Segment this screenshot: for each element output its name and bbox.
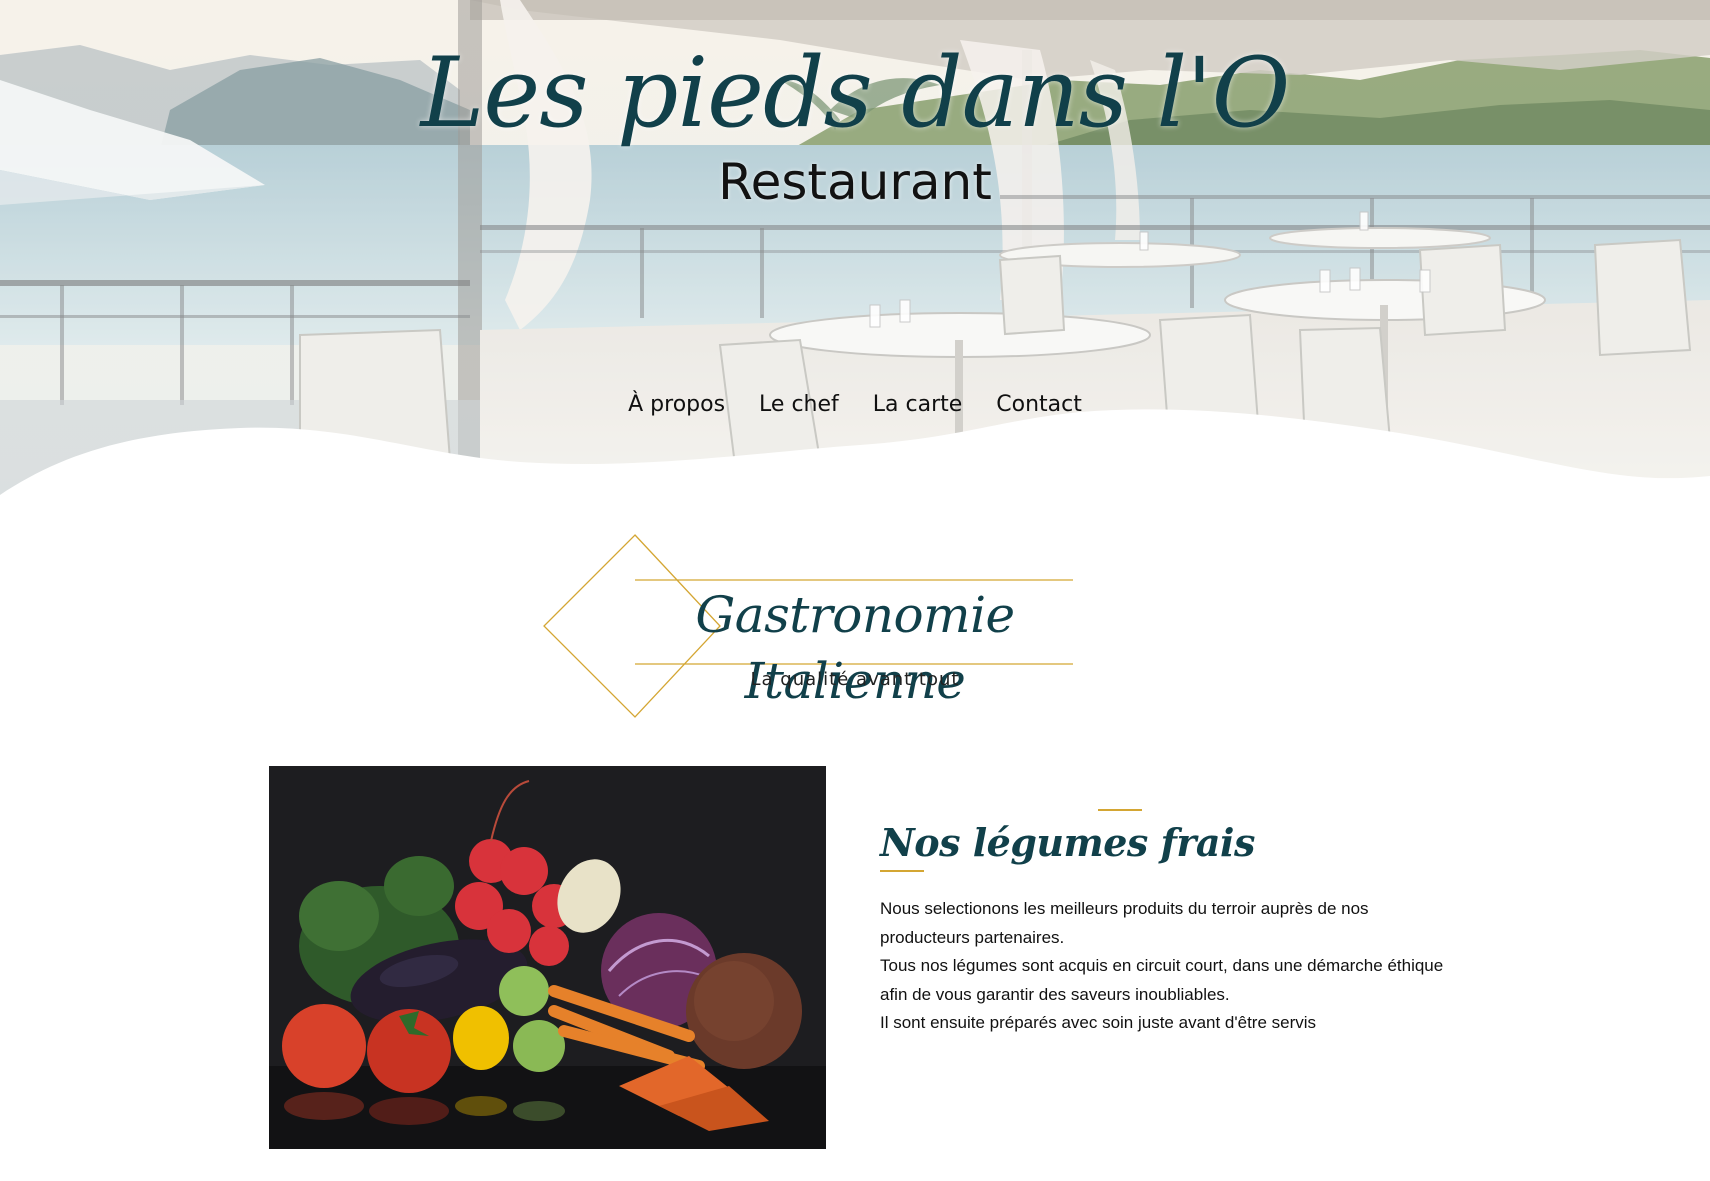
section-tagline: La qualité avant tout: [750, 669, 960, 690]
section-heading: Gastronomie Italienne La qualité avant t…: [540, 530, 1100, 720]
article-text-line: afin de vous garantir des saveurs inoubl…: [880, 984, 1230, 1004]
nav-link-le-chef[interactable]: Le chef: [759, 388, 839, 422]
main-navigation: À propos Le chef La carte Contact: [0, 388, 1710, 422]
vegetables-photo: [269, 766, 826, 1149]
article-text-line: Nous selectionons les meilleurs produits…: [880, 899, 1369, 918]
article-text-line: Il sont ensuite préparés avec soin juste…: [880, 1013, 1317, 1032]
article-text-line: Tous nos légumes sont acquis en circuit …: [880, 956, 1444, 975]
restaurant-name: Les pieds dans l'O: [420, 37, 1291, 149]
nav-link-contact[interactable]: Contact: [996, 388, 1082, 422]
article-body: Nous selectionons les meilleurs produits…: [880, 895, 1480, 1038]
nav-link-la-carte[interactable]: La carte: [873, 388, 963, 422]
section-title: Gastronomie Italienne: [695, 586, 1015, 710]
hero-banner: Les pieds dans l'O Restaurant À propos L…: [0, 0, 1710, 505]
article-title: Nos légumes frais: [880, 820, 1255, 865]
article-text-line: producteurs partenaires.: [880, 927, 1065, 947]
restaurant-subtitle: Restaurant: [718, 153, 992, 211]
nav-link-a-propos[interactable]: À propos: [628, 388, 725, 422]
